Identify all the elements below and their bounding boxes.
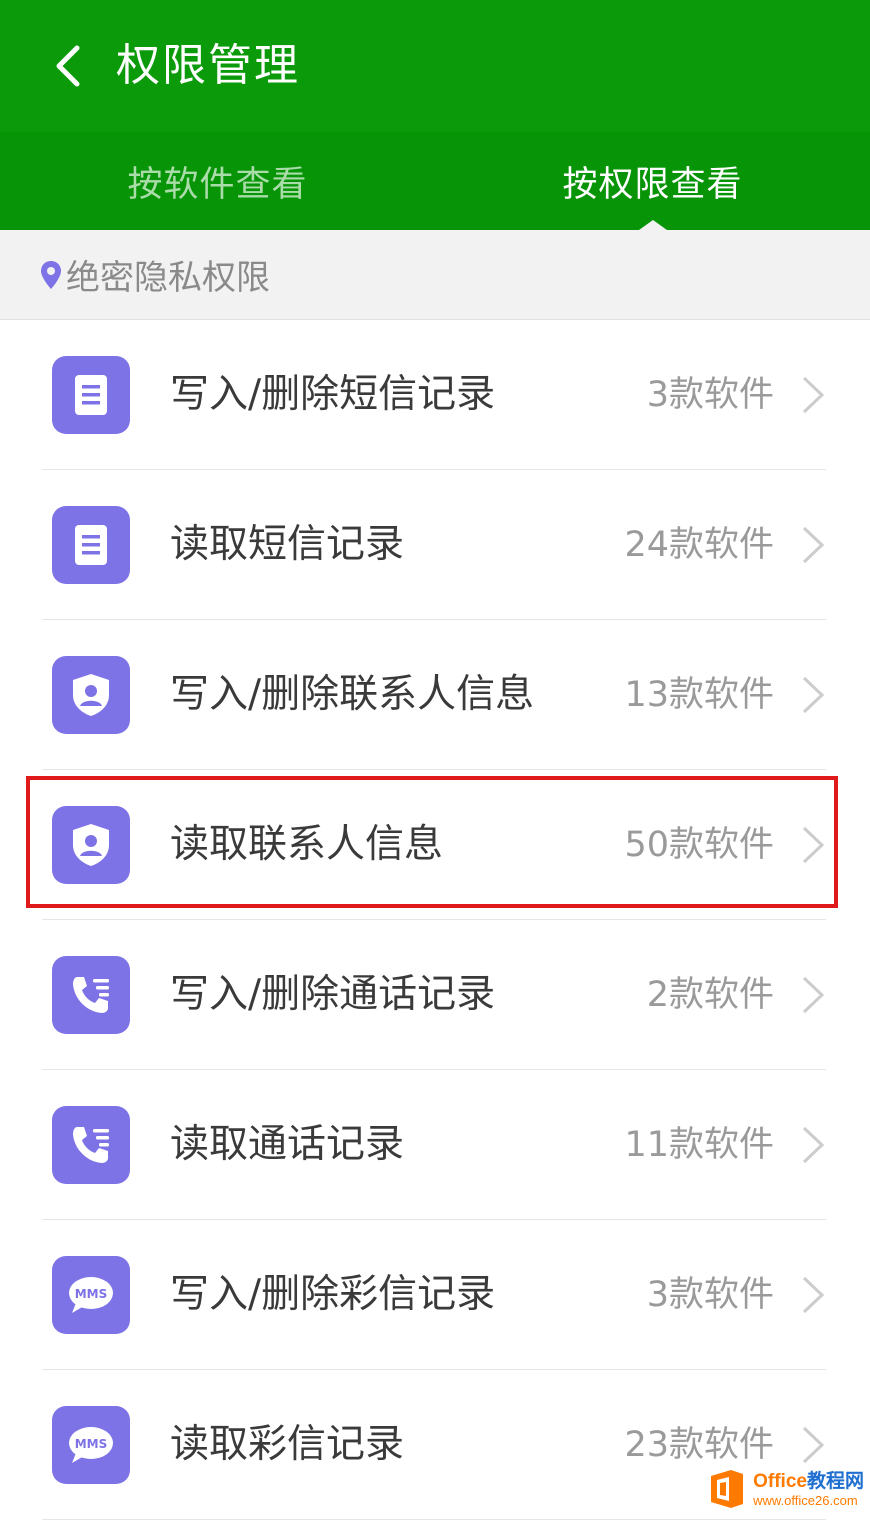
chevron-right-icon (802, 1276, 825, 1314)
mms-badge-text: MMS (75, 1437, 108, 1451)
list-item[interactable]: MMS 写入/删除彩信记录 3款软件 (0, 1220, 870, 1370)
permission-label: 写入/删除短信记录 (170, 372, 496, 417)
tab-label: 按权限查看 (562, 164, 743, 205)
list-item[interactable]: 写入/删除短信记录 3款软件 (0, 320, 870, 470)
permission-label: 读取联系人信息 (170, 822, 444, 867)
watermark-brand-b: 教程网 (806, 1470, 864, 1492)
mms-badge-text: MMS (75, 1287, 108, 1301)
permission-label: 读取通话记录 (170, 1122, 405, 1167)
watermark: Office教程网 www.office26.com (707, 1466, 864, 1512)
chevron-left-icon (56, 45, 80, 87)
app-header: 权限管理 (0, 0, 870, 132)
permission-label: 写入/删除联系人信息 (170, 672, 535, 717)
permission-label: 读取彩信记录 (170, 1422, 405, 1467)
tab-by-app[interactable]: 按软件查看 (0, 132, 435, 230)
app-count: 3款软件 (646, 1275, 774, 1315)
call-log-icon (52, 956, 130, 1034)
watermark-text: Office教程网 www.office26.com (753, 1472, 864, 1507)
permission-label: 写入/删除通话记录 (170, 972, 496, 1017)
shield-user-icon (52, 806, 130, 884)
app-count: 13款软件 (624, 675, 774, 715)
app-count: 50款软件 (624, 825, 774, 865)
list-item[interactable]: 读取联系人信息 50款软件 (0, 770, 870, 920)
permission-list: 写入/删除短信记录 3款软件 读取短信记录 24款软件 写入/删除联系人信息 1… (0, 320, 870, 1520)
permission-label: 写入/删除彩信记录 (170, 1272, 496, 1317)
chevron-right-icon (802, 976, 825, 1014)
document-icon (52, 356, 130, 434)
watermark-url: www.office26.com (753, 1492, 858, 1508)
list-item[interactable]: 读取通话记录 11款软件 (0, 1070, 870, 1220)
mms-bubble-icon: MMS (52, 1406, 130, 1484)
chevron-right-icon (802, 676, 825, 714)
app-count: 2款软件 (646, 975, 774, 1015)
tab-label: 按软件查看 (127, 164, 308, 205)
back-button[interactable] (40, 36, 96, 96)
tab-bar: 按软件查看 按权限查看 (0, 132, 870, 230)
page-title: 权限管理 (116, 40, 300, 91)
section-label: 绝密隐私权限 (66, 258, 270, 298)
list-item[interactable]: 写入/删除联系人信息 13款软件 (0, 620, 870, 770)
app-count: 3款软件 (646, 375, 774, 415)
app-count: 24款软件 (624, 525, 774, 565)
app-count: 11款软件 (624, 1125, 774, 1165)
call-log-icon (52, 1106, 130, 1184)
section-header: 绝密隐私权限 (0, 230, 870, 320)
permission-label: 读取短信记录 (170, 522, 405, 567)
active-tab-indicator (638, 220, 667, 230)
location-pin-icon (41, 260, 61, 289)
chevron-right-icon (802, 526, 825, 564)
tab-by-permission[interactable]: 按权限查看 (435, 132, 870, 230)
chevron-right-icon (802, 376, 825, 414)
shield-user-icon (52, 656, 130, 734)
chevron-right-icon (802, 1426, 825, 1464)
mms-bubble-icon: MMS (52, 1256, 130, 1334)
document-icon (52, 506, 130, 584)
divider (42, 1519, 826, 1520)
list-item[interactable]: 读取短信记录 24款软件 (0, 470, 870, 620)
chevron-right-icon (802, 826, 825, 864)
chevron-right-icon (802, 1126, 825, 1164)
watermark-brand-a: Office (753, 1470, 807, 1492)
office-logo-icon (711, 1470, 744, 1508)
list-item[interactable]: 写入/删除通话记录 2款软件 (0, 920, 870, 1070)
